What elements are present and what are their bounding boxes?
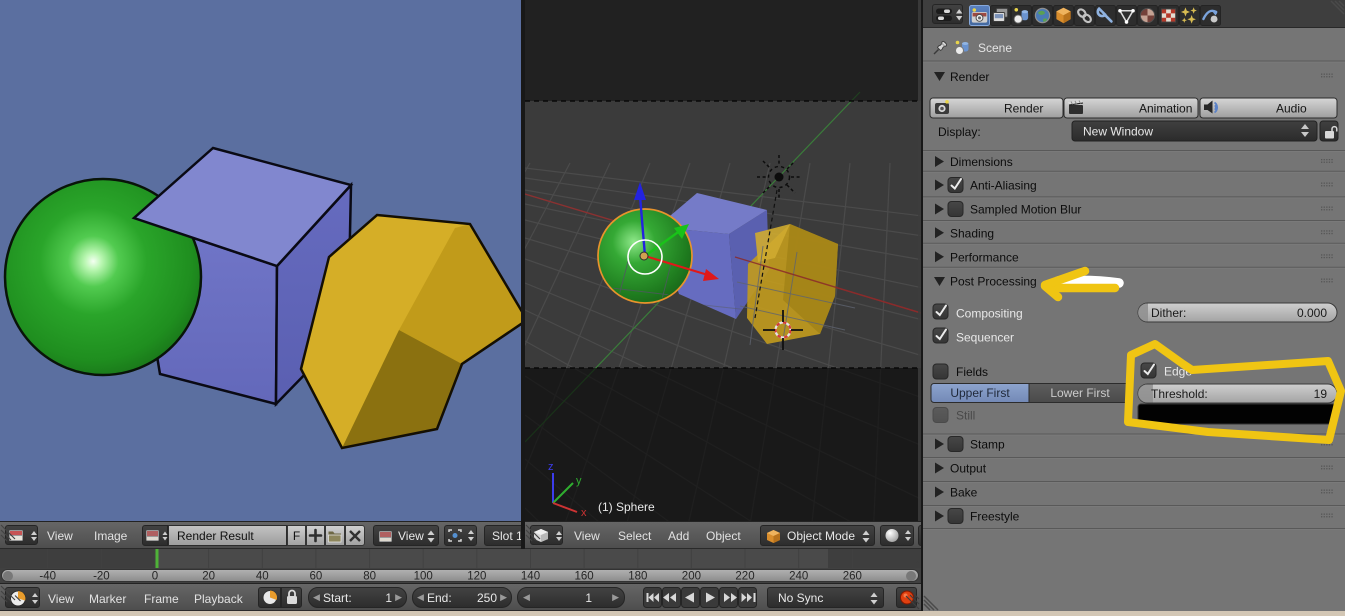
svg-text:Dither:: Dither:: [1151, 306, 1186, 320]
svg-text:Bake: Bake: [950, 486, 978, 500]
svg-text:Freestyle: Freestyle: [970, 510, 1020, 524]
svg-text:x: x: [581, 507, 587, 519]
svg-text:Render: Render: [950, 70, 989, 84]
svg-text:-40: -40: [39, 571, 56, 583]
svg-text:y: y: [576, 475, 582, 487]
svg-text:Shading: Shading: [950, 226, 994, 240]
svg-text:200: 200: [682, 571, 701, 583]
svg-text:Audio: Audio: [1276, 102, 1307, 116]
svg-text:0.000: 0.000: [1297, 306, 1327, 320]
svg-text:160: 160: [575, 571, 594, 583]
svg-text:40: 40: [256, 571, 269, 583]
svg-text:Post Processing: Post Processing: [950, 275, 1037, 289]
svg-text:Display:: Display:: [938, 125, 981, 139]
svg-text:Still: Still: [956, 409, 975, 423]
svg-text:180: 180: [628, 571, 647, 583]
svg-text:Threshold:: Threshold:: [1151, 387, 1208, 401]
svg-text:240: 240: [789, 571, 808, 583]
svg-text:Sampled Motion Blur: Sampled Motion Blur: [970, 203, 1081, 217]
svg-text:Anti-Aliasing: Anti-Aliasing: [970, 179, 1037, 193]
svg-text:220: 220: [735, 571, 754, 583]
svg-text:20: 20: [202, 571, 215, 583]
svg-text:z: z: [548, 461, 554, 473]
svg-text:Animation: Animation: [1139, 102, 1192, 116]
svg-text:Fields: Fields: [956, 365, 988, 379]
svg-text:80: 80: [363, 571, 376, 583]
svg-text:New Window: New Window: [1083, 125, 1153, 139]
svg-text:120: 120: [467, 571, 486, 583]
svg-text:-20: -20: [93, 571, 110, 583]
svg-text:Dimensions: Dimensions: [950, 155, 1013, 169]
svg-text:0: 0: [152, 571, 158, 583]
svg-text:Sequencer: Sequencer: [956, 331, 1014, 345]
svg-text:Output: Output: [950, 462, 987, 476]
svg-text:Compositing: Compositing: [956, 307, 1023, 321]
svg-text:Performance: Performance: [950, 250, 1019, 264]
svg-text:60: 60: [310, 571, 323, 583]
svg-text:Edge: Edge: [1164, 365, 1192, 379]
svg-text:19: 19: [1314, 387, 1328, 401]
svg-text:Render: Render: [1004, 102, 1043, 116]
svg-text:Stamp: Stamp: [970, 438, 1005, 452]
svg-text:(1) Sphere: (1) Sphere: [598, 500, 655, 514]
svg-text:Scene: Scene: [978, 41, 1012, 55]
svg-text:140: 140: [521, 571, 540, 583]
svg-text:Lower First: Lower First: [1050, 386, 1110, 400]
svg-text:260: 260: [843, 571, 862, 583]
svg-text:Upper First: Upper First: [950, 386, 1010, 400]
svg-text:100: 100: [414, 571, 433, 583]
